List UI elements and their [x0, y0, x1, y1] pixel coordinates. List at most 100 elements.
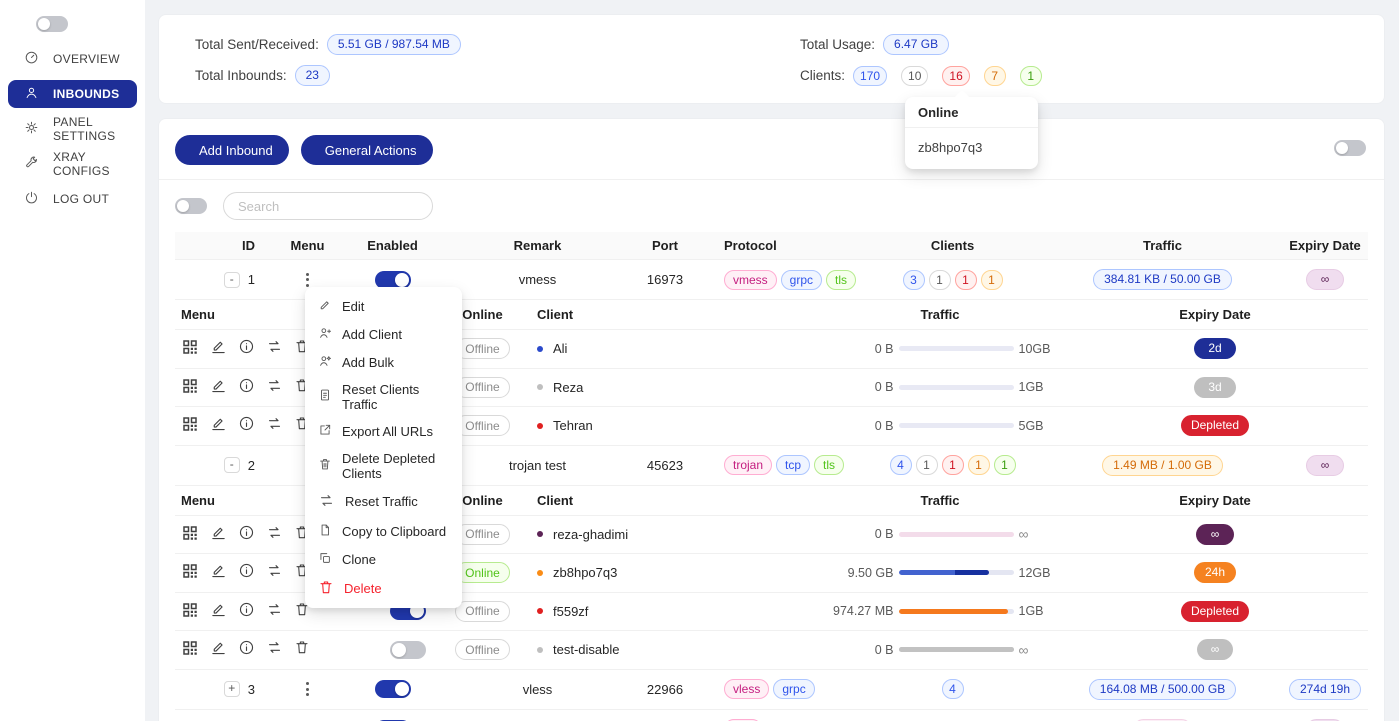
client-count-pill-blue[interactable]: 170	[853, 66, 887, 86]
qr-icon[interactable]	[181, 415, 199, 436]
header-traffic: Traffic	[1045, 238, 1280, 253]
add-inbound-button[interactable]: Add Inbound	[175, 135, 289, 165]
swap-icon[interactable]	[266, 639, 283, 660]
trash-icon[interactable]	[294, 639, 310, 660]
inbound-enabled-toggle[interactable]	[375, 680, 411, 698]
client-count-pill-green[interactable]: 1	[1020, 66, 1042, 86]
theme-toggle[interactable]	[36, 16, 68, 32]
search-input[interactable]	[223, 192, 433, 220]
expand-toggle[interactable]: +	[224, 681, 240, 697]
menu-item-delete-depleted-clients[interactable]: Delete Depleted Clients	[305, 445, 462, 486]
client-count-pill[interactable]: 1	[916, 455, 938, 475]
client-enabled-toggle[interactable]	[390, 641, 426, 659]
export-icon	[318, 423, 332, 440]
expand-toggle[interactable]: -	[224, 457, 240, 473]
sidebar-item-label: INBOUNDS	[53, 87, 119, 101]
swap-icon[interactable]	[266, 377, 283, 398]
qr-icon[interactable]	[181, 377, 199, 398]
inbound-enabled-toggle[interactable]	[375, 271, 411, 289]
edit-underline-icon[interactable]	[210, 524, 227, 545]
info-icon[interactable]	[238, 415, 255, 436]
client-count-pill[interactable]: 1	[929, 270, 951, 290]
swap-icon[interactable]	[266, 415, 283, 436]
sub-header-expiry: Expiry Date	[1060, 493, 1370, 508]
client-count-pill[interactable]: 1	[994, 455, 1016, 475]
menu-item-add-client[interactable]: Add Client	[305, 320, 462, 348]
menu-item-label: Delete Depleted Clients	[342, 451, 449, 481]
sidebar-item-label: XRAY CONFIGS	[53, 150, 137, 178]
client-count-pill[interactable]: 1	[981, 270, 1003, 290]
client-count-pill[interactable]: 4	[890, 455, 912, 475]
qr-icon[interactable]	[181, 601, 199, 622]
protocol-tag: tls	[814, 455, 844, 475]
qr-icon[interactable]	[181, 639, 199, 660]
toolbar: Add Inbound General Actions	[175, 119, 1368, 165]
swap-icon[interactable]	[266, 601, 283, 622]
qr-icon[interactable]	[181, 338, 199, 359]
header-enabled: Enabled	[340, 238, 445, 253]
menu-item-edit[interactable]: Edit	[305, 292, 462, 320]
edit-underline-icon[interactable]	[210, 639, 227, 660]
swap-icon[interactable]	[266, 524, 283, 545]
inbound-id: -1	[175, 272, 275, 288]
edit-underline-icon[interactable]	[210, 338, 227, 359]
sidebar-item-xray-configs[interactable]: XRAY CONFIGS	[8, 150, 137, 178]
menu-item-label: Reset Clients Traffic	[342, 382, 449, 412]
menu-item-reset-clients-traffic[interactable]: Reset Clients Traffic	[305, 376, 462, 417]
add-inbound-label: Add Inbound	[199, 143, 273, 158]
edit-underline-icon[interactable]	[210, 562, 227, 583]
edit-underline-icon[interactable]	[210, 601, 227, 622]
client-count-pill[interactable]: 1	[942, 455, 964, 475]
client-count-pill-orange[interactable]: 7	[984, 66, 1006, 86]
info-icon[interactable]	[238, 377, 255, 398]
swap-icon[interactable]	[266, 338, 283, 359]
info-icon[interactable]	[238, 524, 255, 545]
inbound-expiry-pill: 274d 19h	[1289, 679, 1361, 700]
online-status-pill: Offline	[455, 639, 509, 660]
swap-icon[interactable]	[266, 562, 283, 583]
menu-item-delete[interactable]: Delete	[305, 573, 462, 603]
header-remark: Remark	[445, 238, 630, 253]
menu-item-label: Add Client	[342, 327, 402, 342]
sidebar-item-inbounds[interactable]: INBOUNDS	[8, 80, 137, 108]
popover-client-name: zb8hpo7q3	[905, 128, 1038, 169]
client-count-pill[interactable]: 3	[903, 270, 925, 290]
info-icon[interactable]	[238, 601, 255, 622]
power-icon	[24, 190, 39, 208]
client-count-pill[interactable]: 1	[968, 455, 990, 475]
stat-label: Clients:	[800, 68, 845, 83]
row-menu-button[interactable]	[302, 678, 313, 700]
menu-item-reset-traffic[interactable]: Reset Traffic	[305, 486, 462, 517]
protocol-tag: grpc	[781, 270, 822, 290]
info-icon[interactable]	[238, 338, 255, 359]
client-count-pill[interactable]: 4	[942, 679, 964, 699]
header-menu: Menu	[275, 238, 340, 253]
sidebar-item-overview[interactable]: OVERVIEW	[8, 45, 137, 73]
menu-item-add-bulk[interactable]: Add Bulk	[305, 348, 462, 376]
protocol-tag: vless	[724, 679, 769, 699]
client-name: test-disable	[515, 642, 820, 657]
auto-refresh-toggle[interactable]	[1334, 140, 1366, 156]
client-traffic: 0 B1GB	[820, 380, 1060, 394]
qr-icon[interactable]	[181, 524, 199, 545]
general-actions-button[interactable]: General Actions	[301, 135, 433, 165]
edit-underline-icon[interactable]	[210, 377, 227, 398]
info-icon[interactable]	[238, 562, 255, 583]
stat-line: Total Inbounds:23	[195, 60, 800, 91]
menu-item-export-all-urls[interactable]: Export All URLs	[305, 417, 462, 445]
edit-underline-icon[interactable]	[210, 415, 227, 436]
client-count-pill[interactable]: 1	[955, 270, 977, 290]
expand-toggle[interactable]: -	[224, 272, 240, 288]
filter-toggle[interactable]	[175, 198, 207, 214]
menu-item-copy-to-clipboard[interactable]: Copy to Clipboard	[305, 517, 462, 545]
client-count-pill-red[interactable]: 16	[942, 66, 969, 86]
sidebar-item-log-out[interactable]: LOG OUT	[8, 185, 137, 213]
client-count-pill-gray[interactable]: 10	[901, 66, 928, 86]
info-icon[interactable]	[238, 639, 255, 660]
qr-icon[interactable]	[181, 562, 199, 583]
infinity-symbol: ∞	[1019, 642, 1029, 658]
sidebar-item-panel-settings[interactable]: PANEL SETTINGS	[8, 115, 137, 143]
search-row	[175, 192, 1368, 220]
client-name: f559zf	[515, 604, 820, 619]
menu-item-clone[interactable]: Clone	[305, 545, 462, 573]
